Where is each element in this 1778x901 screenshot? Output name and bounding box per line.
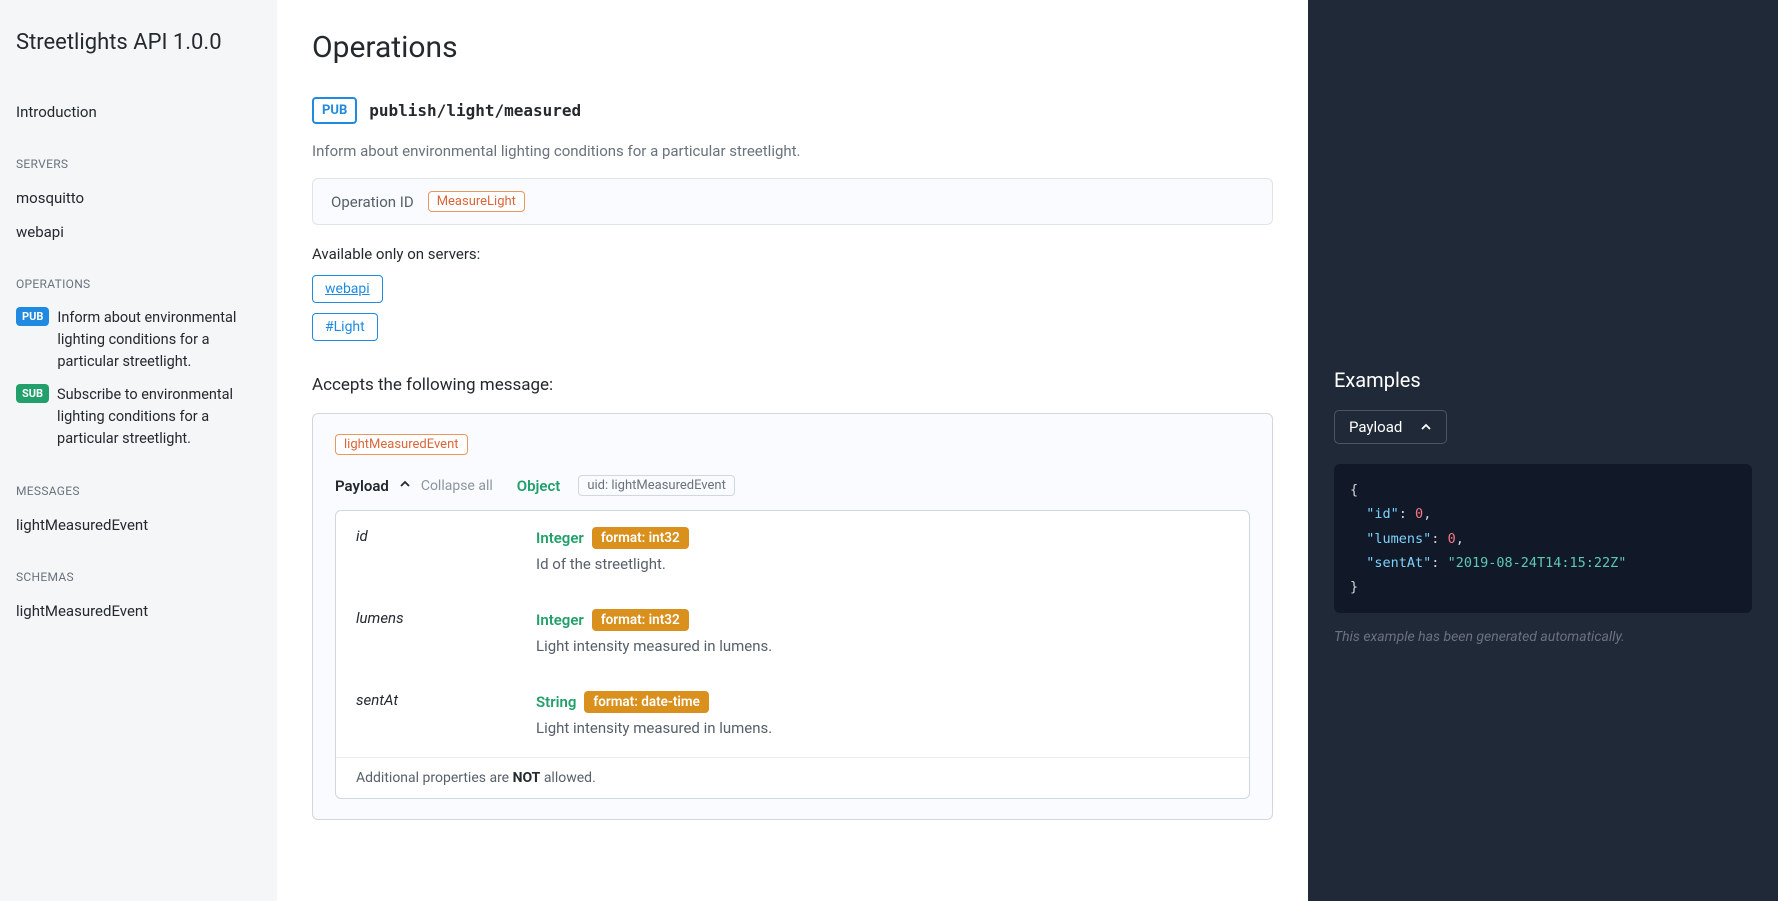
servers-available-label: Available only on servers: — [312, 245, 1273, 263]
nav-operation-pub[interactable]: PUB Inform about environmental lighting … — [16, 301, 261, 378]
property-format: format: int32 — [592, 527, 689, 549]
server-chip-webapi[interactable]: webapi — [312, 275, 383, 303]
property-name: sentAt — [356, 691, 516, 737]
operation-header: PUB publish/light/measured — [312, 97, 1273, 124]
property-description: Light intensity measured in lumens. — [536, 719, 1229, 737]
chevron-up-icon — [1420, 421, 1432, 433]
nav-message-item[interactable]: lightMeasuredEvent — [16, 508, 261, 542]
accepts-message-label: Accepts the following message: — [312, 375, 1273, 395]
property-row: lumens Integer format: int32 Light inten… — [336, 593, 1249, 675]
properties-box: id Integer format: int32 Id of the stree… — [335, 510, 1250, 799]
property-row: sentAt String format: date-time Light in… — [336, 675, 1249, 757]
property-type: String — [536, 693, 576, 711]
operation-description: Inform about environmental lighting cond… — [312, 142, 1273, 160]
additional-properties-note: Additional properties are NOT allowed. — [336, 757, 1249, 798]
sidebar: Streetlights API 1.0.0 Introduction SERV… — [0, 0, 277, 901]
nav-section-messages: MESSAGES — [16, 484, 261, 498]
payload-header: Payload Collapse all Object uid: lightMe… — [335, 475, 1250, 496]
tag-chip-light[interactable]: #Light — [312, 313, 378, 341]
operation-id-box: Operation ID MeasureLight — [312, 178, 1273, 225]
api-title: Streetlights API 1.0.0 — [16, 30, 261, 55]
property-description: Light intensity measured in lumens. — [536, 637, 1229, 655]
payload-label: Payload — [335, 477, 389, 495]
nav-introduction[interactable]: Introduction — [16, 95, 261, 129]
examples-payload-toggle[interactable]: Payload — [1334, 410, 1447, 444]
property-row: id Integer format: int32 Id of the stree… — [336, 511, 1249, 593]
nav-server-webapi[interactable]: webapi — [16, 215, 261, 249]
collapse-all-link[interactable]: Collapse all — [421, 478, 493, 494]
nav-section-servers: SERVERS — [16, 157, 261, 171]
message-name-chip: lightMeasuredEvent — [335, 434, 468, 455]
property-type: Integer — [536, 529, 584, 547]
chevron-up-icon[interactable] — [399, 478, 411, 494]
main-content: Operations PUB publish/light/measured In… — [277, 0, 1308, 901]
property-description: Id of the streetlight. — [536, 555, 1229, 573]
operation-path: publish/light/measured — [369, 101, 581, 120]
nav-operation-text: Subscribe to environmental lighting cond… — [57, 384, 261, 449]
examples-panel: Examples Payload { "id": 0, "lumens": 0,… — [1308, 0, 1778, 901]
property-type: Integer — [536, 611, 584, 629]
nav-operation-text: Inform about environmental lighting cond… — [57, 307, 261, 372]
page-heading: Operations — [312, 30, 1273, 65]
examples-title: Examples — [1334, 368, 1752, 392]
nav-section-schemas: SCHEMAS — [16, 570, 261, 584]
property-name: lumens — [356, 609, 516, 655]
operation-pub-badge: PUB — [312, 97, 357, 124]
property-format: format: int32 — [592, 609, 689, 631]
property-format: format: date-time — [584, 691, 708, 713]
payload-uid: uid: lightMeasuredEvent — [578, 475, 735, 496]
property-name: id — [356, 527, 516, 573]
pub-badge: PUB — [16, 307, 49, 326]
auto-generated-note: This example has been generated automati… — [1334, 629, 1752, 645]
sub-badge: SUB — [16, 384, 49, 403]
payload-type: Object — [517, 477, 561, 495]
example-code: { "id": 0, "lumens": 0, "sentAt": "2019-… — [1334, 464, 1752, 613]
examples-toggle-label: Payload — [1349, 418, 1402, 436]
nav-schema-item[interactable]: lightMeasuredEvent — [16, 594, 261, 628]
operation-id-value: MeasureLight — [428, 191, 525, 212]
nav-operation-sub[interactable]: SUB Subscribe to environmental lighting … — [16, 378, 261, 455]
operation-id-label: Operation ID — [331, 193, 414, 211]
nav-section-operations: OPERATIONS — [16, 277, 261, 291]
message-card: lightMeasuredEvent Payload Collapse all … — [312, 413, 1273, 820]
nav-server-mosquitto[interactable]: mosquitto — [16, 181, 261, 215]
